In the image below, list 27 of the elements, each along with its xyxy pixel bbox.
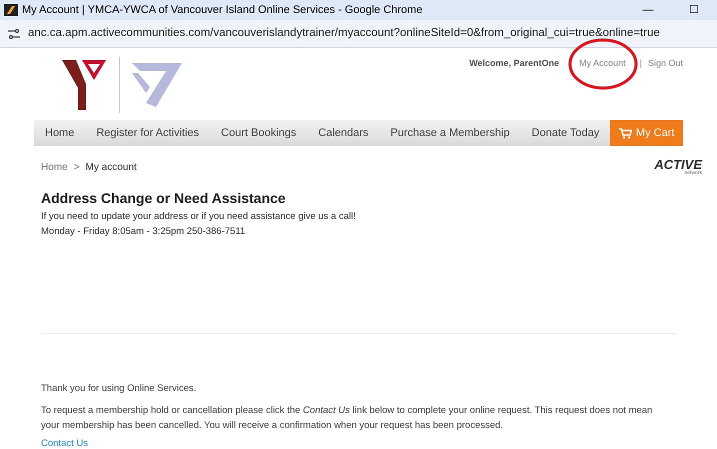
nav-link[interactable]: Calendars [307,124,380,142]
separator-text: | [640,57,642,70]
window-control-button[interactable]: ☐ [671,2,717,18]
site-settings-icon[interactable] [8,28,20,38]
breadcrumb-link[interactable]: Home [41,160,68,174]
sign-out-link[interactable]: Sign Out [648,57,683,70]
url-text[interactable]: anc.ca.apm.activecommunities.com/vancouverislandytrainer/myaccount?onlineSiteId=0&from_original_cui=true&online=true [28,24,660,42]
notice-text: Monday - Friday 8:05am - 3:25pm 250-386-7511 [41,225,246,239]
contact-us-link[interactable]: Contact Us [41,437,676,449]
welcome-text: Welcome, ParentOne [469,57,560,70]
nav-link[interactable]: Court Bookings [210,124,308,142]
app-icon [4,4,18,16]
notice-title: Address Change or Need Assistance [41,189,287,208]
window-control-button[interactable]: — [625,2,671,18]
breadcrumb-separator: > [74,160,80,174]
nav-link[interactable]: Purchase a Membership [379,124,521,142]
my-account-link[interactable]: My Account [579,57,626,70]
nav-link[interactable]: Register for Activities [85,124,210,142]
nav-link[interactable]: Home [34,124,86,142]
annotation-ring [568,38,638,90]
breadcrumb-current: My account [86,160,137,174]
thanks-text: Thank you for using Online Services. [41,382,198,396]
nav-link[interactable]: Donate Today [520,124,610,142]
notice-text: If you need to update your address or if you need assistance give us a call! [41,210,357,224]
window-title: My Account | YMCA-YWCA of Vancouver Island Online Services - Google Chrome [22,2,422,18]
request-text: To request a membership hold or cancellation please click the Contact Us link below to complete your online request. This request does not mean your membership has been cancelled. You will receive a confirmation when your request has been processed. [41,404,654,434]
cart-icon [618,128,632,138]
